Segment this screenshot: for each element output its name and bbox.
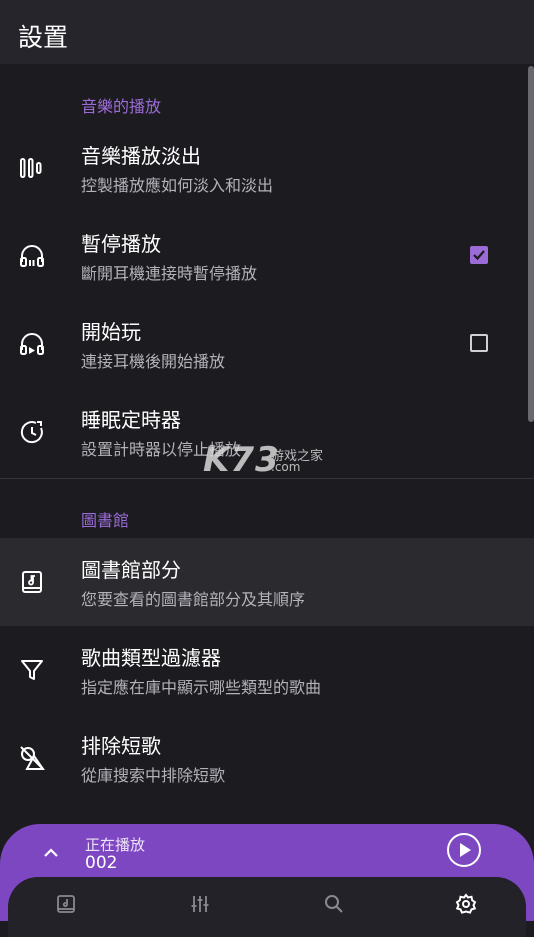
watermark-domain: .com [271,460,301,474]
setting-description: 控製播放應如何淡入和淡出 [81,176,274,195]
setting-label: 歌曲類型過濾器 [81,646,221,670]
bottom-navigation [8,877,526,937]
setting-label: 暫停播放 [81,232,161,256]
setting-audio-fade[interactable]: 音樂播放淡出 控製播放應如何淡入和淡出 [0,124,534,212]
setting-song-type-filter[interactable]: 歌曲類型過濾器 指定應在庫中顯示哪些類型的歌曲 [0,626,534,714]
exclude-shapes-icon [18,744,46,772]
setting-label: 排除短歌 [81,734,161,758]
equalizer-icon[interactable] [189,893,211,915]
app-bar: 設置 [0,0,534,64]
section-header-library: 圖書館 [81,511,130,530]
watermark: K73 游戏之家 .com [203,440,323,480]
sleep-timer-icon [18,418,46,446]
search-icon[interactable] [323,893,345,915]
setting-start-on-connect[interactable]: 開始玩 連接耳機後開始播放 [0,300,534,388]
setting-description: 從庫搜索中排除短歌 [81,766,226,785]
setting-exclude-short-songs[interactable]: 排除短歌 從庫搜索中排除短歌 [0,714,534,802]
setting-label: 開始玩 [81,320,141,344]
setting-description: 連接耳機後開始播放 [81,352,226,371]
chevron-up-icon[interactable] [40,842,62,864]
watermark-logo: K73 [203,440,280,480]
setting-label: 圖書館部分 [81,558,181,582]
headphones-icon [18,242,46,270]
start-checkbox[interactable] [470,334,488,352]
section-divider [0,478,534,479]
setting-pause-on-disconnect[interactable]: 暫停播放 斷開耳機連接時暫停播放 [0,212,534,300]
play-button[interactable] [447,833,481,867]
play-icon [460,843,471,857]
setting-label: 音樂播放淡出 [81,144,201,168]
headphones-play-icon [18,330,46,358]
library-icon[interactable] [55,893,77,915]
now-playing-label: 正在播放 [85,836,146,854]
setting-description: 您要查看的圖書館部分及其順序 [81,590,306,609]
setting-description: 指定應在庫中顯示哪些類型的歌曲 [81,678,322,697]
setting-description: 斷開耳機連接時暫停播放 [81,264,258,283]
pause-checkbox[interactable] [470,246,488,264]
now-playing-title: 002 [85,853,118,873]
section-header-playback: 音樂的播放 [81,97,162,116]
library-book-icon [18,568,46,596]
equalizer-bars-icon [18,154,46,182]
page-title: 設置 [18,23,69,52]
filter-funnel-icon [18,656,46,684]
setting-library-sections[interactable]: 圖書館部分 您要查看的圖書館部分及其順序 [0,538,534,626]
settings-icon[interactable] [455,893,477,915]
setting-label: 睡眠定時器 [81,408,181,432]
